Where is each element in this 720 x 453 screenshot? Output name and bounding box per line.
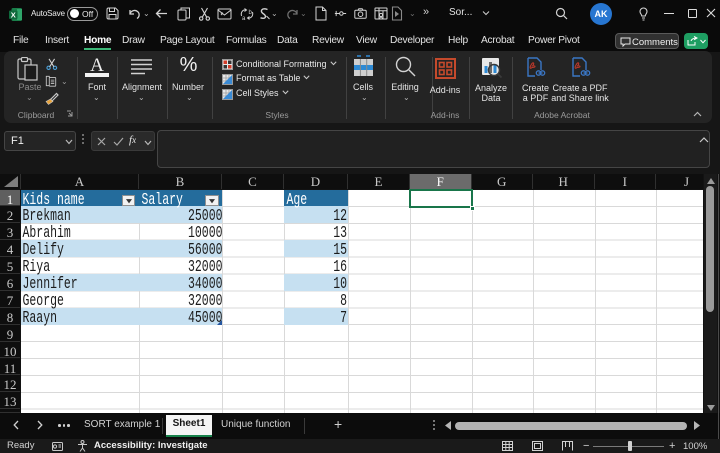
svg-text:X: X [11,10,16,19]
svg-text:b: b [249,10,253,16]
svg-text:a: a [242,16,246,21]
